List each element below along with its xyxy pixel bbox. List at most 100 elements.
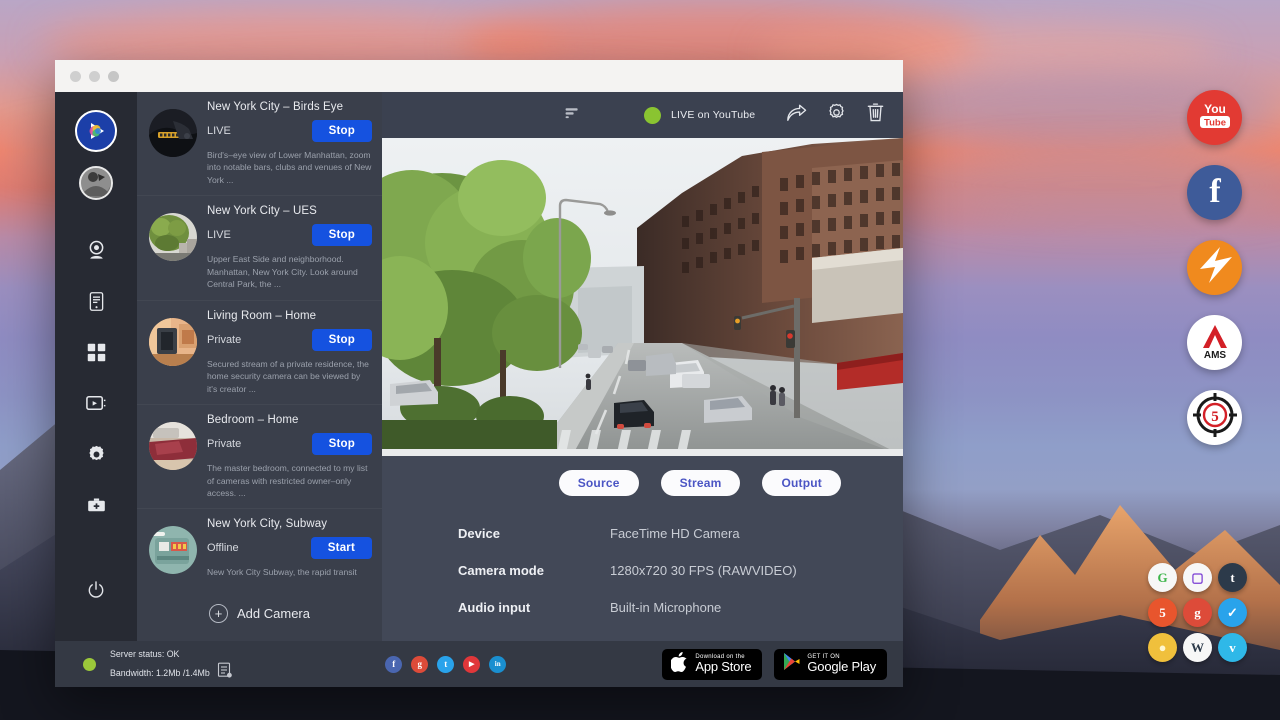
app-window: New York City – Birds Eye LIVE Stop Bird… <box>55 60 903 687</box>
camera-action-button[interactable]: Stop <box>312 224 372 246</box>
toolbar-actions <box>785 102 885 128</box>
lightning-bolt-icon <box>1194 245 1236 290</box>
power-icon <box>86 580 106 600</box>
spec-value[interactable]: FaceTime HD Camera <box>610 526 740 541</box>
window-titlebar <box>55 60 903 92</box>
sun-icon[interactable]: ● <box>1148 633 1177 662</box>
camera-action-button[interactable]: Start <box>311 537 372 559</box>
dock-item-youtube[interactable]: You Tube <box>1187 90 1242 145</box>
google-play-bottom: Google Play <box>807 660 876 674</box>
window-zoom-button[interactable] <box>108 71 119 82</box>
main-toolbar: LIVE on YouTube <box>382 92 903 138</box>
spec-value[interactable]: Built-in Microphone <box>610 600 721 615</box>
tumblr-icon[interactable]: t <box>1218 563 1247 592</box>
video-monitor-icon <box>85 392 108 415</box>
camera-action-button[interactable]: Stop <box>312 120 372 142</box>
avatar-icon <box>81 166 111 200</box>
sidebar-item-power[interactable] <box>76 570 116 610</box>
camera-title: New York City – UES <box>207 205 372 217</box>
sort-list-icon <box>564 105 580 126</box>
camera-thumbnail <box>149 109 197 157</box>
app-store-text: Download on the App Store <box>695 654 751 674</box>
sidebar-item-broadcast[interactable] <box>76 383 116 423</box>
camera-list-item[interactable]: Living Room – Home Private Stop Secured … <box>137 301 382 405</box>
server-status-dot <box>83 658 96 671</box>
camera-list-item[interactable]: Bedroom – Home Private Stop The master b… <box>137 405 382 509</box>
camera-list-item[interactable]: New York City, Subway Offline Start New … <box>137 509 382 582</box>
tab-stream[interactable]: Stream <box>661 470 741 496</box>
google-play-text: GET IT ON Google Play <box>807 654 876 674</box>
wordpress-icon[interactable]: W <box>1183 633 1212 662</box>
desktop-dock: You Tube f <box>1187 90 1242 445</box>
gear-icon <box>86 444 107 465</box>
camera-info: New York City – UES LIVE Stop Upper East… <box>207 205 372 290</box>
five-icon[interactable]: 5 <box>1148 598 1177 627</box>
plus-icon: + <box>209 604 228 623</box>
add-camera-button[interactable]: + Add Camera <box>137 582 382 641</box>
sidebar-item-app-logo[interactable] <box>75 110 117 152</box>
bandwidth-line: Bandwidth: 1.2Mb /1.4Mb <box>110 662 233 680</box>
share-button[interactable] <box>785 103 807 128</box>
dock-item-adobe-ams[interactable]: AMS <box>1187 315 1242 370</box>
g-icon[interactable]: G <box>1148 563 1177 592</box>
camera-list-scroll[interactable]: New York City – Birds Eye LIVE Stop Bird… <box>137 92 382 582</box>
sidebar-item-cameras[interactable] <box>76 230 116 270</box>
adobe-ams-icon: AMS <box>1194 320 1236 365</box>
tab-output[interactable]: Output <box>762 470 841 496</box>
settings-button[interactable] <box>826 102 847 128</box>
camera-action-button[interactable]: Stop <box>312 329 372 351</box>
spec-row: Audio input Built-in Microphone <box>458 600 903 615</box>
svg-text:Tube: Tube <box>1204 118 1226 129</box>
spec-label: Device <box>458 526 610 541</box>
sidebar-item-user-avatar[interactable] <box>79 166 113 200</box>
twitch-icon[interactable]: ▢ <box>1183 563 1212 592</box>
spec-row: Camera mode 1280x720 30 FPS (RAWVIDEO) <box>458 563 903 578</box>
camera-list-item[interactable]: New York City – Birds Eye LIVE Stop Bird… <box>137 92 382 196</box>
camera-title: New York City – Birds Eye <box>207 101 372 113</box>
sidebar-item-mobile-device[interactable] <box>76 281 116 321</box>
window-close-button[interactable] <box>70 71 81 82</box>
sidebar-item-settings[interactable] <box>76 434 116 474</box>
camera-status-row: LIVE Stop <box>207 224 372 246</box>
app-store-button[interactable]: Download on the App Store <box>662 649 762 680</box>
spec-label: Camera mode <box>458 563 610 578</box>
youtube-icon: You Tube <box>1193 97 1237 138</box>
dock-item-facebook[interactable]: f <box>1187 165 1242 220</box>
youtube-icon[interactable]: ▶ <box>463 656 480 673</box>
spec-value[interactable]: 1280x720 30 FPS (RAWVIDEO) <box>610 563 797 578</box>
camera-description: New York City Subway, the rapid transit … <box>207 566 372 582</box>
facebook-icon[interactable]: f <box>385 656 402 673</box>
google-plus-icon[interactable]: g <box>1183 598 1212 627</box>
app-store-bottom: App Store <box>695 660 751 674</box>
twitter-icon[interactable]: t <box>437 656 454 673</box>
play-triangle-icon <box>783 652 800 676</box>
camera-state: LIVE <box>207 229 231 241</box>
camera-list-item[interactable]: New York City – UES LIVE Stop Upper East… <box>137 196 382 300</box>
sidebar-item-dashboard[interactable] <box>76 332 116 372</box>
facebook-icon: f <box>1200 173 1230 212</box>
camera-list-panel: New York City – Birds Eye LIVE Stop Bird… <box>137 92 382 641</box>
dock-item-wowza[interactable] <box>1187 240 1242 295</box>
video-preview[interactable] <box>382 138 903 456</box>
camera-action-button[interactable]: Stop <box>312 433 372 455</box>
mobile-device-icon <box>86 291 107 312</box>
sort-list-button[interactable] <box>564 105 580 126</box>
server-status-line: Server status: OK <box>110 648 233 661</box>
vimeo-icon[interactable]: v <box>1218 633 1247 662</box>
camera-state: Offline <box>207 542 239 554</box>
document-note-icon[interactable] <box>217 662 233 679</box>
delete-button[interactable] <box>866 102 885 128</box>
crosshair-five-icon: 5 <box>1192 392 1238 443</box>
google-play-button[interactable]: GET IT ON Google Play <box>774 649 887 680</box>
camera-thumbnail <box>149 526 197 574</box>
svg-text:You: You <box>1204 102 1226 116</box>
window-minimize-button[interactable] <box>89 71 100 82</box>
grid-icon <box>86 342 107 363</box>
dock-item-target-five[interactable]: 5 <box>1187 390 1242 445</box>
tab-source[interactable]: Source <box>559 470 639 496</box>
linkedin-icon[interactable]: in <box>489 656 506 673</box>
google-plus-icon[interactable]: g <box>411 656 428 673</box>
camera-thumbnail <box>149 318 197 366</box>
sidebar-item-toolkit[interactable] <box>76 485 116 525</box>
twitter-icon[interactable]: ✓ <box>1218 598 1247 627</box>
